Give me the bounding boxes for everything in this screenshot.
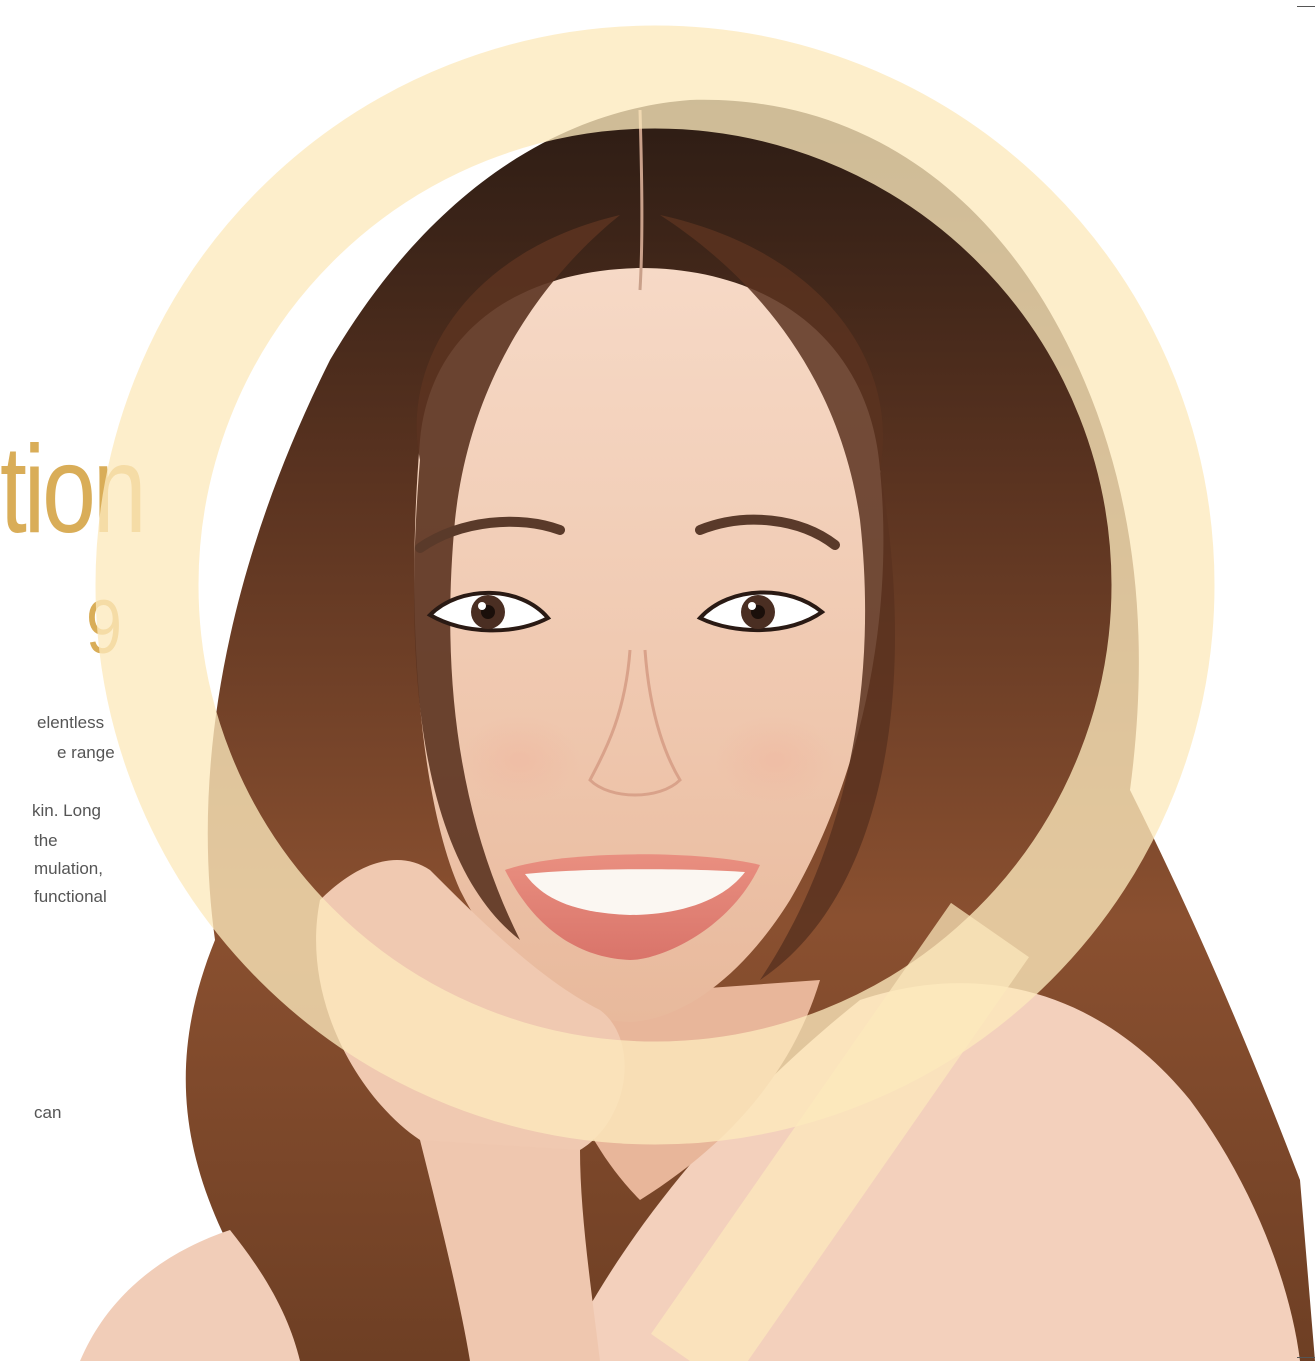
right-cheek (715, 715, 835, 805)
portrait-photo (80, 25, 1315, 1361)
bottom-right-rule (1297, 1357, 1315, 1358)
brochure-page: tion 9 elentless e range kin. Long the m… (0, 0, 1315, 1361)
left-cheek (460, 715, 580, 805)
top-right-rule (1297, 6, 1315, 7)
hair-part (638, 109, 644, 291)
